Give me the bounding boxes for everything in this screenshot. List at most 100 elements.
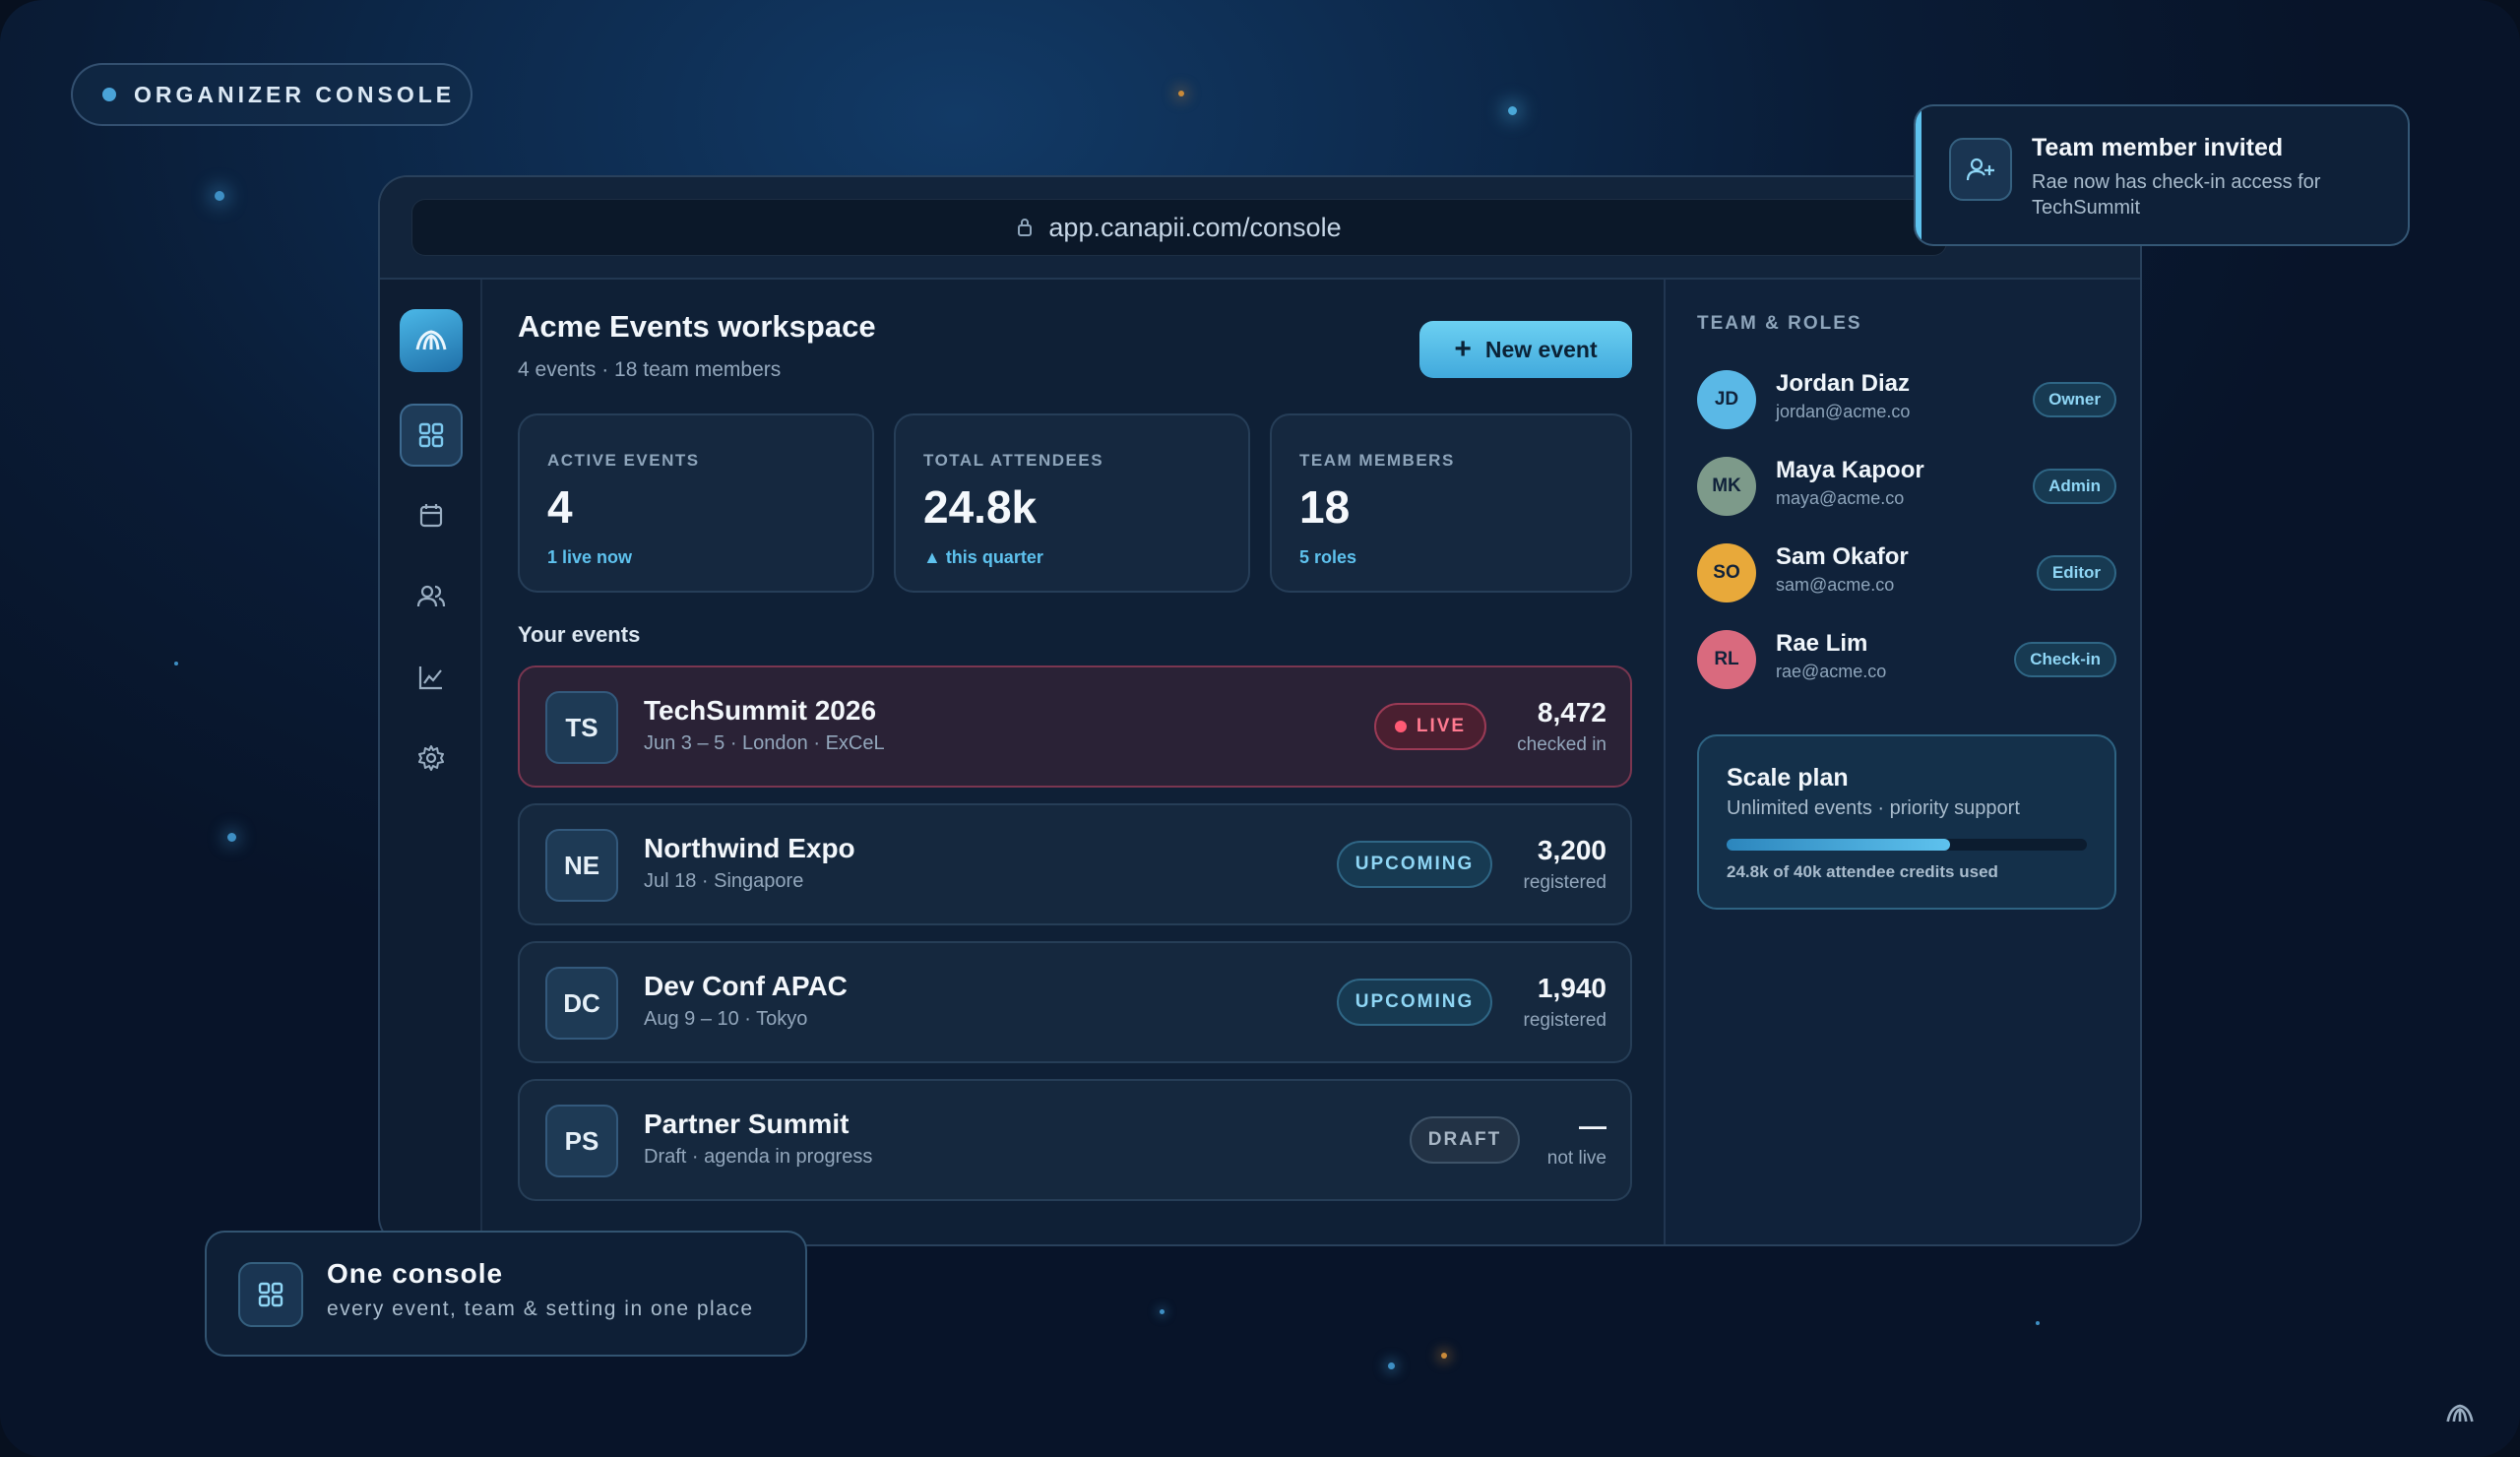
event-initials: NE (545, 829, 618, 902)
live-dot-icon (1394, 721, 1407, 732)
notification-toast[interactable]: Team member invited Rae now has check-in… (1914, 104, 2410, 246)
stat-card-team-members: TEAM MEMBERS 18 5 roles (1270, 413, 1632, 593)
plan-subtitle: Unlimited events · priority support (1727, 797, 2020, 819)
glow-dot (1160, 1309, 1165, 1314)
canapii-logo-icon[interactable] (400, 309, 463, 372)
chart-icon (418, 666, 442, 690)
gear-icon (418, 745, 444, 771)
address-bar[interactable]: app.canapii.com/console (411, 199, 1947, 256)
stat-value: 4 (547, 481, 573, 533)
glow-dot (2036, 1321, 2040, 1325)
toast-body: Rae now has check-in access for TechSumm… (2032, 171, 2321, 219)
role-badge[interactable]: Owner (2033, 382, 2116, 417)
event-count: 1,940 (1537, 973, 1606, 1003)
new-event-label: New event (1484, 336, 1598, 362)
avatar: SO (1697, 543, 1756, 602)
nav-team[interactable] (400, 565, 463, 628)
events-heading: Your events (518, 622, 641, 647)
stat-note: ▲ this quarter (923, 547, 1043, 567)
event-row-northwind[interactable]: NE Northwind Expo Jul 18 · Singapore UPC… (518, 803, 1632, 925)
nav-analytics[interactable] (400, 646, 463, 709)
role-badge[interactable]: Check-in (2014, 642, 2116, 677)
users-icon (416, 585, 446, 607)
event-count-label: not live (1546, 1148, 1606, 1169)
event-count: 3,200 (1537, 835, 1606, 865)
plan-title: Scale plan (1727, 764, 1849, 792)
stat-note: 5 roles (1299, 547, 1357, 567)
role-badge[interactable]: Admin (2033, 469, 2116, 504)
background-stage: ORGANIZER CONSOLE app.canapii.com/consol… (0, 0, 2520, 1457)
plan-card[interactable]: Scale plan Unlimited events · priority s… (1697, 734, 2116, 910)
event-meta: Jul 18 · Singapore (644, 870, 804, 892)
member-name: Maya Kapoor (1776, 457, 1924, 483)
event-count-label: registered (1523, 1010, 1607, 1031)
event-initials: TS (545, 691, 618, 764)
stat-note: 1 live now (547, 547, 633, 567)
avatar: MK (1697, 457, 1756, 516)
new-event-button[interactable]: + New event (1419, 321, 1632, 378)
event-row-devconf[interactable]: DC Dev Conf APAC Aug 9 – 10 · Tokyo UPCO… (518, 941, 1632, 1063)
team-member-row[interactable]: MK Maya Kapoor maya@acme.co Admin (1697, 455, 2116, 518)
grid-glyph (258, 1282, 284, 1307)
event-row-techsummit[interactable]: TS TechSummit 2026 Jun 3 – 5 · London · … (518, 665, 1632, 788)
nav-settings[interactable] (400, 727, 463, 790)
event-name: Partner Summit (644, 1109, 850, 1139)
glow-dot (1508, 106, 1517, 115)
workspace-title: Acme Events workspace (518, 309, 876, 344)
stat-label: TOTAL ATTENDEES (923, 451, 1104, 470)
calendar-icon (419, 504, 443, 528)
toast-accent-bar (1916, 106, 1922, 244)
user-plus-glyph (1966, 158, 1994, 181)
glow-dot (215, 191, 224, 201)
event-count-label: checked in (1517, 734, 1606, 755)
grid-icon (238, 1262, 303, 1327)
event-count: — (1579, 1110, 1606, 1141)
toast-title: Team member invited (2032, 134, 2284, 161)
team-member-row[interactable]: JD Jordan Diaz jordan@acme.co Owner (1697, 368, 2116, 431)
event-meta: Jun 3 – 5 · London · ExCeL (644, 732, 885, 754)
event-count: 8,472 (1537, 697, 1606, 728)
plus-icon: + (1454, 333, 1472, 365)
event-name: Northwind Expo (644, 833, 855, 863)
event-initials: DC (545, 967, 618, 1040)
nav-calendar[interactable] (400, 484, 463, 547)
badge-label: ORGANIZER CONSOLE (134, 81, 456, 107)
browser-window: app.canapii.com/console Acme Events work… (378, 175, 2142, 1246)
one-console-callout: One console every event, team & setting … (205, 1231, 807, 1357)
canapii-logo-icon (2446, 1404, 2474, 1423)
stat-label: TEAM MEMBERS (1299, 451, 1455, 470)
team-member-row[interactable]: SO Sam Okafor sam@acme.co Editor (1697, 541, 2116, 604)
event-meta: Aug 9 – 10 · Tokyo (644, 1008, 808, 1030)
role-badge[interactable]: Editor (2036, 555, 2116, 591)
callout-title: One console (327, 1258, 504, 1289)
member-email: jordan@acme.co (1776, 402, 1911, 421)
member-name: Rae Lim (1776, 630, 1868, 657)
stat-value: 18 (1299, 481, 1351, 533)
member-name: Sam Okafor (1776, 543, 1909, 570)
status-badge-upcoming: UPCOMING (1337, 979, 1492, 1026)
main-content: Acme Events workspace 4 events · 18 team… (482, 280, 1664, 1244)
event-row-partner-summit[interactable]: PS Partner Summit Draft · agenda in prog… (518, 1079, 1632, 1201)
nav-dashboard[interactable] (400, 404, 463, 467)
glow-dot (227, 833, 236, 842)
team-panel: TEAM & ROLES JD Jordan Diaz jordan@acme.… (1664, 280, 2140, 1244)
status-badge-live: LIVE (1374, 703, 1486, 750)
status-dot (102, 88, 116, 101)
glow-dot (1441, 1353, 1447, 1359)
event-name: TechSummit 2026 (644, 695, 877, 726)
team-member-row[interactable]: RL Rae Lim rae@acme.co Check-in (1697, 628, 2116, 691)
status-badge-draft: DRAFT (1410, 1116, 1520, 1164)
usage-progress-bar (1727, 839, 2087, 851)
avatar: RL (1697, 630, 1756, 689)
sidebar (380, 280, 482, 1244)
event-name: Dev Conf APAC (644, 971, 848, 1001)
stat-card-total-attendees: TOTAL ATTENDEES 24.8k ▲ this quarter (894, 413, 1250, 593)
stat-card-active-events: ACTIVE EVENTS 4 1 live now (518, 413, 874, 593)
event-initials: PS (545, 1105, 618, 1177)
member-email: rae@acme.co (1776, 662, 1887, 681)
team-panel-title: TEAM & ROLES (1697, 313, 1862, 334)
glow-dot (1388, 1362, 1395, 1369)
status-badge-upcoming: UPCOMING (1337, 841, 1492, 888)
event-meta: Draft · agenda in progress (644, 1146, 873, 1168)
avatar: JD (1697, 370, 1756, 429)
